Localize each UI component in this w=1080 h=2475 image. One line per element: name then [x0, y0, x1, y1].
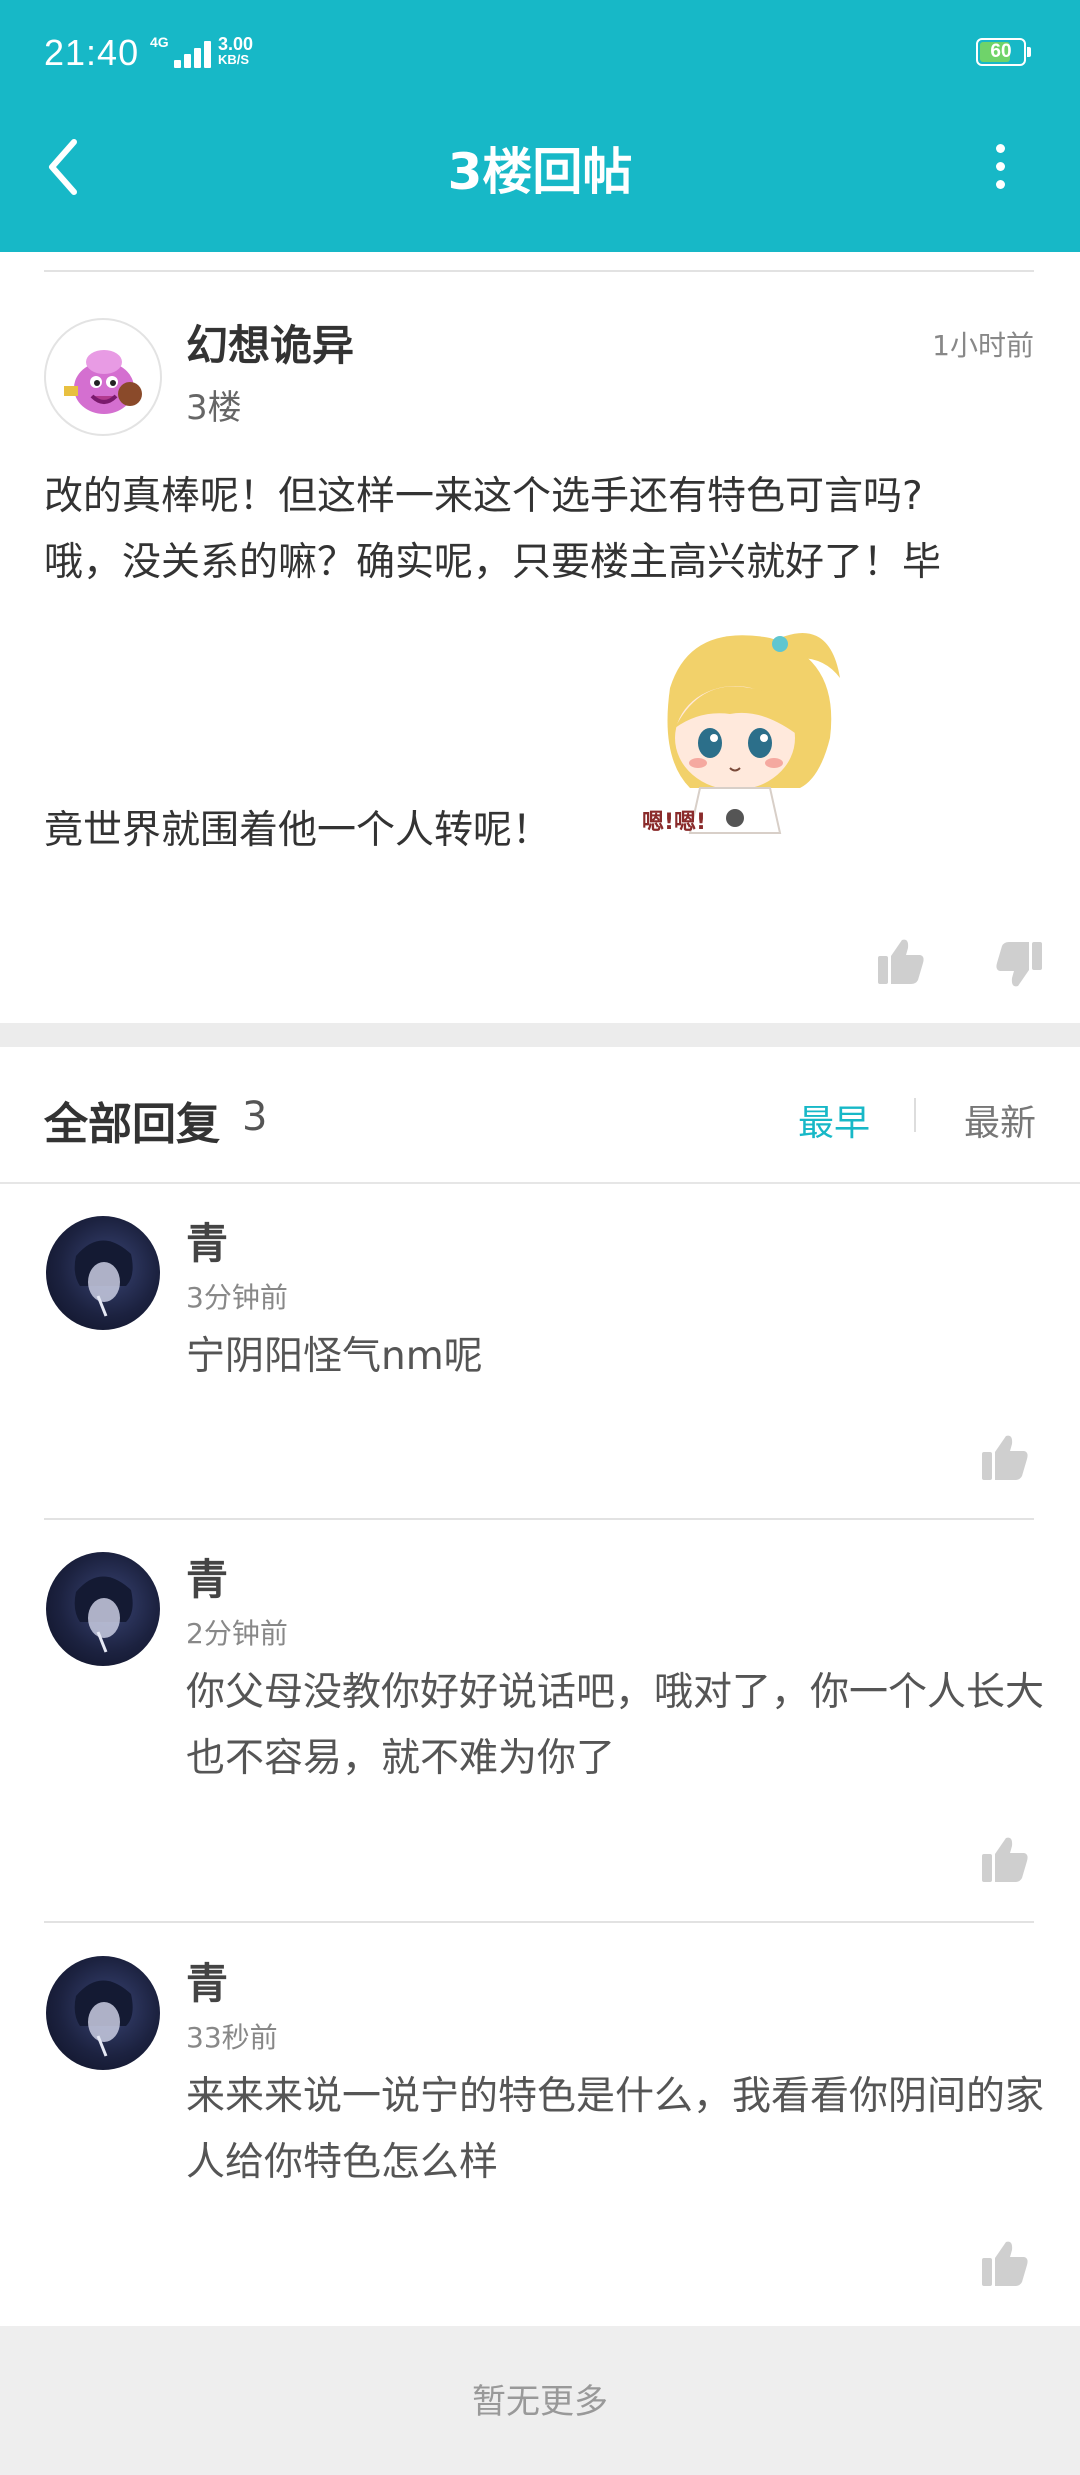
reply-time: 33秒前 — [186, 2021, 278, 2054]
divider — [0, 1182, 1080, 1184]
top-bar: 21:40 4G 3.00 KB/S 60 3楼回帖 — [0, 0, 1080, 252]
network-speed: 3.00 KB/S — [218, 34, 254, 68]
thumbs-up-icon[interactable] — [980, 1836, 1030, 1884]
reply-text: 宁阴阳怪气nm呢 — [186, 1334, 483, 1379]
reply-avatar[interactable] — [46, 1216, 160, 1330]
reply-author-name[interactable]: 青 — [186, 1950, 228, 2011]
dark-character-avatar-icon — [74, 1240, 133, 1317]
monster-avatar-icon — [64, 350, 142, 414]
reply-text: 来来来说一说宁的特色是什么，我看看你阴间的家人给你特色怎么样 — [186, 2074, 1045, 2185]
thumbs-up-icon[interactable] — [876, 938, 926, 986]
replies-title: 全部回复 — [44, 1099, 220, 1150]
replies-count: 3 — [242, 1094, 268, 1140]
network-speed-value: 3.00 — [218, 34, 254, 54]
network-indicator: 4G 3.00 KB/S — [150, 34, 280, 74]
more-button[interactable] — [980, 140, 1020, 192]
status-time: 21:40 — [44, 32, 140, 73]
thumbs-down-icon[interactable] — [994, 938, 1044, 988]
post-text-line: 改的真棒呢！但这样一来这个选手还有特色可言吗? — [44, 474, 923, 519]
reply-text: 你父母没教你好好说话吧，哦对了，你一个人长大也不容易，就不难为你了 — [186, 1670, 1045, 1781]
signal-icon — [174, 40, 214, 68]
section-separator — [0, 1023, 1080, 1047]
network-speed-unit: KB/S — [218, 52, 250, 67]
post-floor: 3楼 — [186, 388, 242, 428]
battery-level: 60 — [990, 41, 1012, 62]
dark-character-avatar-icon — [74, 1576, 133, 1653]
divider — [44, 1518, 1034, 1520]
thumbs-up-icon[interactable] — [980, 2240, 1030, 2288]
reply-author-name[interactable]: 青 — [186, 1546, 228, 1607]
no-more-footer: 暂无更多 — [0, 2326, 1080, 2475]
post-time: 1小时前 — [932, 329, 1034, 362]
network-type: 4G — [150, 34, 169, 50]
reply-avatar[interactable] — [46, 1956, 160, 2070]
no-more-text: 暂无更多 — [472, 2382, 608, 2422]
thumbs-up-icon[interactable] — [980, 1434, 1030, 1482]
anime-girl-sticker: 嗯!嗯! — [630, 618, 850, 858]
reply-avatar[interactable] — [46, 1552, 160, 1666]
reply-author-name[interactable]: 青 — [186, 1210, 228, 1271]
post-text-line: 竟世界就围着他一个人转呢！ — [44, 808, 552, 853]
battery-icon: 60 — [976, 38, 1032, 68]
page-title: 3楼回帖 — [447, 143, 633, 201]
post-author-avatar[interactable] — [44, 318, 162, 436]
sort-latest-tab[interactable]: 最新 — [964, 1094, 1036, 1146]
sticker-text: 嗯!嗯! — [642, 810, 707, 835]
reply-time: 3分钟前 — [186, 1281, 288, 1314]
dark-character-avatar-icon — [74, 1980, 133, 2057]
reply-time: 2分钟前 — [186, 1617, 288, 1650]
post-text-line: 哦，没关系的嘛？确实呢，只要楼主高兴就好了！毕 — [44, 540, 942, 585]
divider — [44, 1921, 1034, 1923]
divider — [44, 270, 1034, 272]
sort-separator — [914, 1098, 916, 1132]
post-author-name[interactable]: 幻想诡异 — [186, 312, 354, 373]
sort-earliest-tab[interactable]: 最早 — [798, 1094, 870, 1146]
